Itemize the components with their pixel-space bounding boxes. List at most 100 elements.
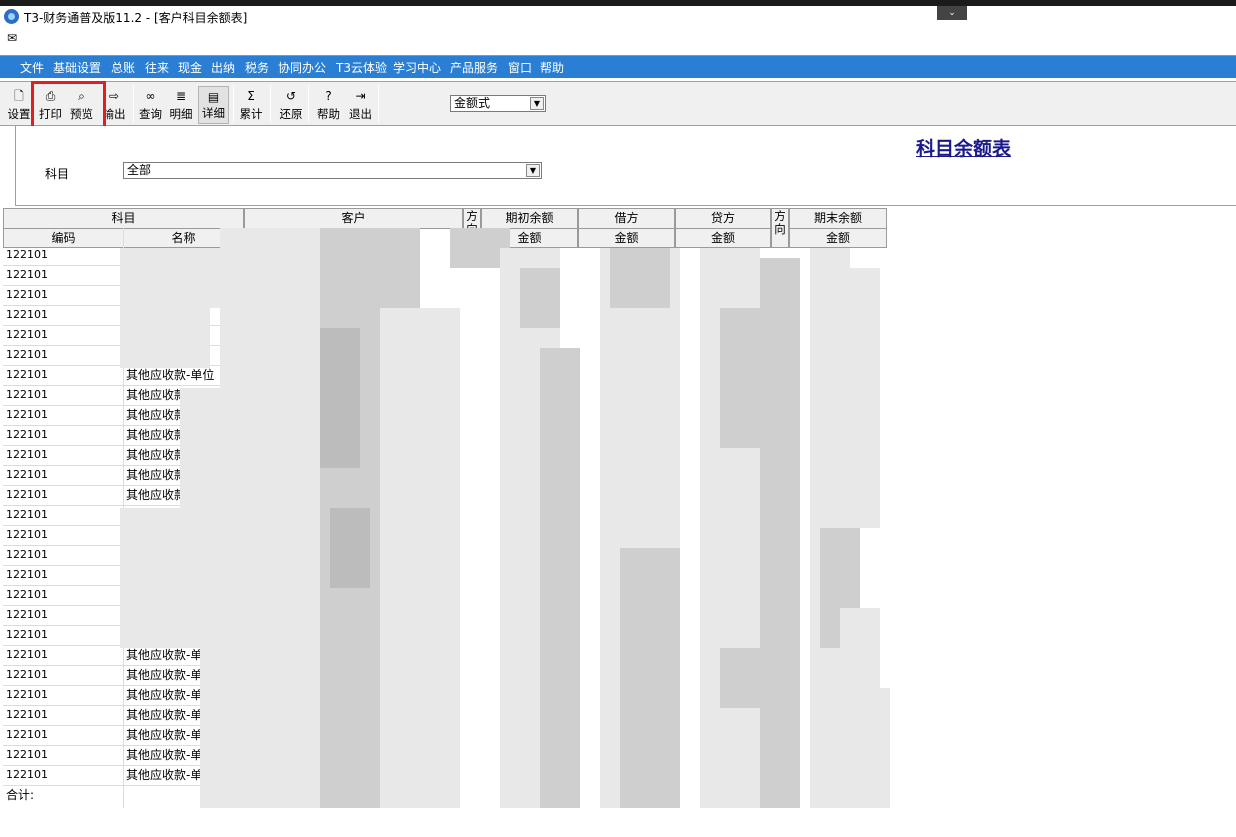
toolbar-button-label: 明细 xyxy=(169,107,193,121)
toolbar-button[interactable]: ↺ 还原 xyxy=(275,86,307,124)
header-code[interactable]: 编码 xyxy=(3,228,124,248)
redaction-block xyxy=(320,328,360,468)
header-subject[interactable]: 科目 xyxy=(3,208,244,229)
redaction-block xyxy=(620,548,680,808)
row-code[interactable]: 122101 xyxy=(6,706,121,724)
menu-item[interactable]: 税务 xyxy=(245,59,269,76)
subject-filter-select[interactable]: 全部 ▼ xyxy=(123,162,542,179)
menu-item[interactable]: 文件 xyxy=(20,59,44,76)
menu-item[interactable]: T3云体验 xyxy=(336,59,387,76)
redaction-block xyxy=(760,258,800,808)
toolbar-separator xyxy=(233,85,234,123)
toolbar-button-label: 累计 xyxy=(239,107,263,121)
toolbar-button[interactable]: ? 帮助 xyxy=(313,86,344,124)
menu-item[interactable]: 协同办公 xyxy=(278,59,326,76)
row-code[interactable]: 122101 xyxy=(6,306,121,324)
row-code[interactable]: 122101 xyxy=(6,746,121,764)
toolbar-button-label: 退出 xyxy=(349,107,372,121)
header-customer[interactable]: 客户 xyxy=(244,208,463,229)
redaction-block xyxy=(120,508,220,648)
menu-item[interactable]: 帮助 xyxy=(540,59,564,76)
menu-item[interactable]: 窗口 xyxy=(508,59,532,76)
row-code[interactable]: 122101 xyxy=(6,686,121,704)
help-icon: ? xyxy=(325,89,332,103)
toolbar-button-label: 查询 xyxy=(139,107,162,121)
header-closing-balance[interactable]: 期末余额 xyxy=(789,208,887,229)
binoculars-icon: ∞ xyxy=(145,89,156,103)
row-code[interactable]: 122101 xyxy=(6,586,121,604)
report-title[interactable]: 科目余额表 xyxy=(916,134,1011,161)
format-select-value: 金额式 xyxy=(454,96,491,110)
row-code[interactable]: 122101 xyxy=(6,466,121,484)
menu-item[interactable]: 出纳 xyxy=(211,59,235,76)
toolbar-button-label: 设置 xyxy=(7,107,31,121)
header-debit[interactable]: 借方 xyxy=(578,208,675,229)
row-code[interactable]: 122101 xyxy=(6,246,121,264)
row-code[interactable]: 122101 xyxy=(6,506,121,524)
toolbar-button-label: 帮助 xyxy=(317,107,340,121)
row-code[interactable]: 122101 xyxy=(6,666,121,684)
row-code[interactable]: 122101 xyxy=(6,626,121,644)
menu-item[interactable]: 基础设置 xyxy=(53,59,101,76)
redaction-block xyxy=(820,268,880,528)
app-icon xyxy=(4,9,19,24)
toolbar-separator xyxy=(308,85,309,123)
row-code[interactable]: 122101 xyxy=(6,526,121,544)
subject-filter-value: 全部 xyxy=(127,163,152,177)
row-code[interactable]: 122101 xyxy=(6,766,121,784)
toolbar-button[interactable]: ≣ 明细 xyxy=(166,86,196,124)
chevron-down-icon[interactable]: ▼ xyxy=(526,164,540,177)
toolbar-button[interactable]: Σ 累计 xyxy=(236,86,266,124)
sigma-icon: Σ xyxy=(247,89,255,103)
redaction-block xyxy=(610,248,670,308)
toolbar-separator xyxy=(270,85,271,123)
redaction-block xyxy=(330,508,370,588)
row-code[interactable]: 122101 xyxy=(6,266,121,284)
menu-item[interactable]: 往来 xyxy=(145,59,169,76)
redaction-block xyxy=(180,388,240,508)
chevron-down-icon[interactable]: ▼ xyxy=(530,97,544,110)
menu-item[interactable]: 现金 xyxy=(178,59,202,76)
row-code[interactable]: 122101 xyxy=(6,606,121,624)
menu-item[interactable]: 产品服务 xyxy=(450,59,498,76)
row-code[interactable]: 122101 xyxy=(6,486,121,504)
header-opening-balance[interactable]: 期初余额 xyxy=(481,208,578,229)
row-code[interactable]: 122101 xyxy=(6,566,121,584)
row-code[interactable]: 122101 xyxy=(6,406,121,424)
toolbar: 🗋 设置 ⎙ 打印 ⌕ 预览 ⇨ 输出 ∞ 查询 ≣ 明细 ▤ 详细 Σ 累计 ↺ 还原? 帮助 ⇥ 退出 xyxy=(0,81,1236,126)
row-code[interactable]: 122101 xyxy=(6,366,121,384)
redaction-block xyxy=(260,228,320,808)
redaction-block xyxy=(320,608,360,808)
row-code[interactable]: 122101 xyxy=(6,386,121,404)
toolbar-button-label: 详细 xyxy=(202,106,225,120)
exit-icon: ⇥ xyxy=(355,89,366,103)
redaction-block xyxy=(860,688,890,808)
toolbar-button[interactable]: ∞ 查询 xyxy=(136,86,165,124)
menu-item[interactable]: 总账 xyxy=(111,59,135,76)
row-code[interactable]: 122101 xyxy=(6,326,121,344)
window-title: T3-财务通普及版11.2 - [客户科目余额表] xyxy=(24,11,248,25)
format-select[interactable]: 金额式 ▼ xyxy=(450,95,546,112)
subject-filter-label: 科目 xyxy=(45,167,70,181)
menu-bar: 文件 基础设置 总账 往来 现金 出纳 税务 协同办公 T3云体验 学习中心 产品服务 窗口 帮助 xyxy=(0,55,1236,78)
highlight-box xyxy=(31,81,106,132)
row-code[interactable]: 122101 xyxy=(6,646,121,664)
redaction-block xyxy=(120,308,210,368)
page-setup-icon: 🗋 xyxy=(14,89,24,103)
toolbar-button[interactable]: 🗋 设置 xyxy=(4,86,34,124)
chevron-down-icon[interactable]: ⌄ xyxy=(937,6,967,20)
total-label: 合计: xyxy=(6,788,35,802)
row-code[interactable]: 122101 xyxy=(6,346,121,364)
header-credit[interactable]: 贷方 xyxy=(675,208,771,229)
row-code[interactable]: 122101 xyxy=(6,546,121,564)
row-code[interactable]: 122101 xyxy=(6,286,121,304)
redaction-block xyxy=(380,308,460,808)
row-code[interactable]: 122101 xyxy=(6,726,121,744)
menu-item[interactable]: 学习中心 xyxy=(393,59,441,76)
document-icon[interactable]: ✉ xyxy=(7,30,23,46)
toolbar-button[interactable]: ⇥ 退出 xyxy=(345,86,376,124)
restore-icon: ↺ xyxy=(285,89,297,103)
row-code[interactable]: 122101 xyxy=(6,426,121,444)
toolbar-button[interactable]: ▤ 详细 xyxy=(198,86,229,124)
row-code[interactable]: 122101 xyxy=(6,446,121,464)
